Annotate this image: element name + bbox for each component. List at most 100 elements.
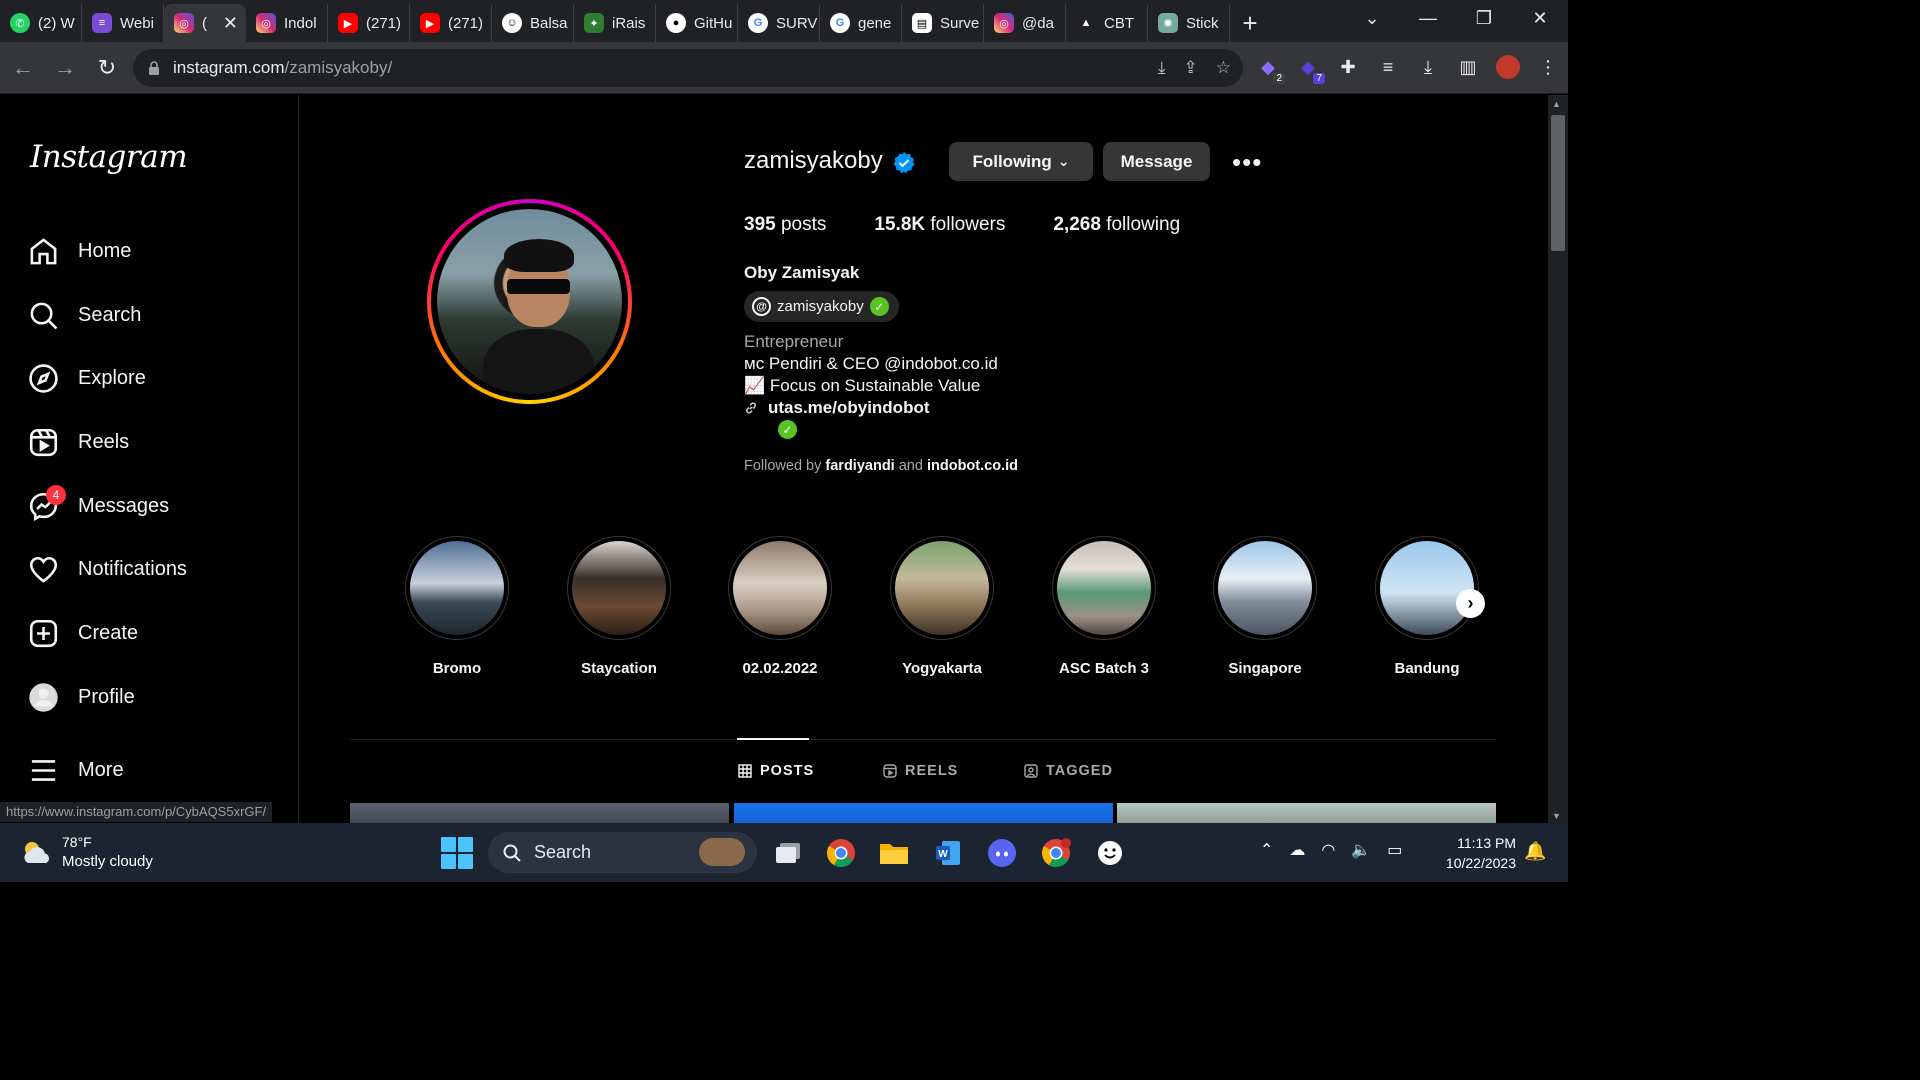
smiley-app-icon[interactable] bbox=[1093, 836, 1127, 870]
browser-tab-github[interactable]: ● GitHu bbox=[656, 4, 738, 42]
browser-tab-iraise[interactable]: ✦ iRais bbox=[574, 4, 656, 42]
post-thumbnail[interactable] bbox=[1117, 803, 1496, 823]
more-options-icon[interactable]: ••• bbox=[1232, 147, 1262, 178]
highlight-item[interactable]: Staycation bbox=[567, 536, 671, 677]
taskbar-search[interactable]: Search bbox=[488, 832, 757, 873]
browser-tab-youtube-2[interactable]: ▶ (271) bbox=[410, 4, 492, 42]
profile-avatar-story-ring[interactable] bbox=[427, 199, 632, 404]
post-thumbnail[interactable] bbox=[350, 803, 729, 823]
sidebar-item-reels[interactable]: Reels bbox=[28, 418, 129, 466]
browser-tab-survey-google[interactable]: G SURV bbox=[738, 4, 820, 42]
forward-icon[interactable]: → bbox=[46, 49, 84, 87]
weather-widget[interactable]: 78°F Mostly cloudy bbox=[20, 833, 153, 871]
instagram-logo[interactable]: Instagram bbox=[30, 139, 188, 175]
browser-tab-whatsapp[interactable]: ✆ (2) W bbox=[0, 4, 82, 42]
tab-search-chevron-icon[interactable]: ⌄ bbox=[1344, 0, 1400, 36]
highlight-item[interactable]: 02.02.2022 bbox=[728, 536, 832, 677]
sidebar-item-create[interactable]: Create bbox=[28, 609, 138, 657]
address-bar[interactable]: instagram.com/zamisyakoby/ ⤓ ⇪ ☆ bbox=[133, 49, 1243, 87]
iraise-icon: ✦ bbox=[584, 13, 604, 33]
volume-icon[interactable]: 🔈 bbox=[1351, 840, 1371, 860]
download-icon[interactable]: ⤓ bbox=[1415, 54, 1441, 80]
media-queue-icon[interactable]: ≡ bbox=[1375, 54, 1401, 80]
sidebar-item-home[interactable]: Home bbox=[28, 227, 131, 275]
onedrive-cloud-icon[interactable]: ☁ bbox=[1289, 840, 1305, 860]
message-button[interactable]: Message bbox=[1103, 142, 1210, 181]
highlight-item[interactable]: Bromo bbox=[405, 536, 509, 677]
document-icon: ▤ bbox=[912, 13, 932, 33]
side-panel-icon[interactable]: ▥ bbox=[1455, 54, 1481, 80]
chevron-right-icon[interactable]: › bbox=[1456, 589, 1485, 618]
extension-gem-icon[interactable]: ◆ 2 bbox=[1255, 54, 1285, 84]
reload-icon[interactable]: ↻ bbox=[88, 49, 126, 87]
close-window-icon[interactable]: ✕ bbox=[1512, 0, 1568, 36]
windows-start-button[interactable] bbox=[441, 837, 473, 869]
browser-tab-youtube-1[interactable]: ▶ (271) bbox=[328, 4, 410, 42]
scroll-up-icon[interactable]: ▲ bbox=[1552, 99, 1561, 109]
highlight-item[interactable]: Singapore bbox=[1213, 536, 1317, 677]
youtube-icon: ▶ bbox=[420, 13, 440, 33]
highlight-item[interactable]: ASC Batch 3 bbox=[1052, 536, 1156, 677]
browser-tab-instagram-da[interactable]: ◎ @da bbox=[984, 4, 1066, 42]
following-button[interactable]: Following ⌄ bbox=[949, 142, 1093, 181]
restore-icon[interactable]: ❐ bbox=[1456, 0, 1512, 36]
minimize-icon[interactable]: — bbox=[1400, 0, 1456, 36]
post-thumbnail[interactable] bbox=[734, 803, 1113, 823]
new-tab-button[interactable]: + bbox=[1230, 4, 1270, 42]
profile-avatar[interactable] bbox=[1495, 54, 1521, 80]
notification-bell-icon[interactable]: 🔔 bbox=[1524, 841, 1546, 862]
scroll-down-icon[interactable]: ▼ bbox=[1552, 811, 1561, 821]
bookmark-star-icon[interactable]: ☆ bbox=[1216, 58, 1231, 78]
followed-by-text[interactable]: Followed by fardiyandi and indobot.co.id bbox=[744, 458, 1018, 474]
extension-diamond-icon[interactable]: ◆ 7 bbox=[1295, 54, 1325, 84]
task-view-icon[interactable] bbox=[771, 836, 805, 870]
kebab-menu-icon[interactable]: ⋮ bbox=[1535, 54, 1561, 80]
google-icon: G bbox=[830, 13, 850, 33]
browser-tab-instagram-active[interactable]: ◎(✕ bbox=[164, 4, 246, 42]
sidebar-item-notifications[interactable]: Notifications bbox=[28, 545, 187, 593]
battery-icon[interactable]: ▭ bbox=[1387, 840, 1402, 860]
sidebar-item-explore[interactable]: Explore bbox=[28, 354, 146, 402]
tab-posts[interactable]: POSTS bbox=[738, 763, 814, 779]
sidebar-item-search[interactable]: Search bbox=[28, 291, 141, 339]
browser-tab-webinar[interactable]: ≡ Webi bbox=[82, 4, 164, 42]
install-app-icon[interactable]: ⤓ bbox=[1158, 58, 1166, 78]
browser-tab-survey-doc[interactable]: ▤ Surve bbox=[902, 4, 984, 42]
tab-tagged[interactable]: TAGGED bbox=[1024, 763, 1113, 779]
sidebar-item-more[interactable]: More bbox=[28, 746, 124, 794]
page-scrollbar[interactable]: ▲ ▼ bbox=[1548, 95, 1568, 823]
close-tab-icon[interactable]: ✕ bbox=[223, 13, 238, 34]
back-icon[interactable]: ← bbox=[4, 49, 42, 87]
browser-tab-gene-google[interactable]: Ggene bbox=[820, 4, 902, 42]
sidebar-item-profile[interactable]: Profile bbox=[28, 673, 135, 721]
sidebar-item-messages[interactable]: 4 Messages bbox=[28, 482, 169, 530]
wifi-icon[interactable]: ◠ bbox=[1321, 840, 1335, 860]
profile-avatar bbox=[437, 209, 622, 394]
file-explorer-icon[interactable] bbox=[877, 836, 911, 870]
word-icon[interactable]: W bbox=[931, 836, 965, 870]
tab-reels[interactable]: REELS bbox=[883, 763, 958, 779]
threads-icon: @ bbox=[752, 297, 771, 316]
share-icon[interactable]: ⇪ bbox=[1184, 58, 1198, 78]
threads-badge[interactable]: @ zamisyakoby ✓ bbox=[744, 291, 899, 322]
followers-stat[interactable]: 15.8K followers bbox=[874, 214, 1005, 236]
chrome-profile-icon[interactable] bbox=[1039, 836, 1073, 870]
tagged-icon bbox=[1024, 764, 1038, 778]
instagram-icon: ◎ bbox=[256, 13, 276, 33]
highlight-item[interactable]: Yogyakarta bbox=[890, 536, 994, 677]
following-stat[interactable]: 2,268 following bbox=[1053, 214, 1180, 236]
puzzle-icon[interactable]: ✚ bbox=[1335, 54, 1361, 80]
browser-tab-chatgpt[interactable]: ✺ Stick bbox=[1148, 4, 1230, 42]
chrome-icon[interactable] bbox=[824, 836, 858, 870]
messages-badge: 4 bbox=[46, 485, 66, 505]
taskbar-clock[interactable]: 11:13 PM 10/22/2023 bbox=[1430, 833, 1516, 873]
discord-icon[interactable] bbox=[985, 836, 1019, 870]
scrollbar-thumb[interactable] bbox=[1551, 115, 1565, 251]
chatgpt-icon: ✺ bbox=[1158, 13, 1178, 33]
browser-tab-cbt[interactable]: ▲ CBT bbox=[1066, 4, 1148, 42]
bio-link[interactable]: utas.me/obyindobot bbox=[744, 398, 930, 418]
chevron-up-icon[interactable]: ⌃ bbox=[1260, 840, 1273, 860]
highlight-cover bbox=[1218, 541, 1312, 635]
browser-tab-balsa[interactable]: ☺ Balsa bbox=[492, 4, 574, 42]
browser-tab-indobot[interactable]: ◎ Indol bbox=[246, 4, 328, 42]
